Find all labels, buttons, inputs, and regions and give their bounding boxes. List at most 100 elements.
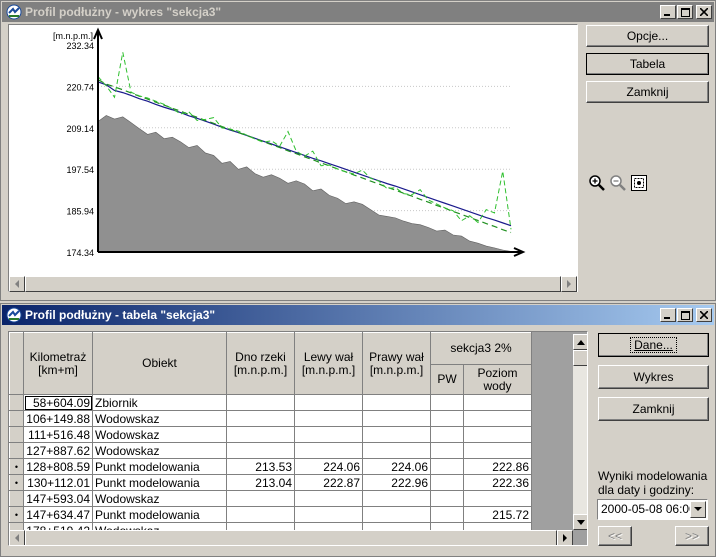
table-row[interactable]: 127+887.62 Wodowskaz (9, 442, 532, 459)
column-header-object[interactable]: Obiekt (92, 332, 227, 395)
cell-water-level[interactable]: 222.36 (463, 474, 532, 491)
cell-object[interactable]: Punkt modelowania (92, 506, 227, 523)
cell-water-level[interactable] (463, 426, 532, 443)
zoom-fit-button[interactable] (629, 173, 649, 193)
chart-horizontal-scrollbar[interactable] (9, 276, 577, 292)
cell-left-bank[interactable] (294, 442, 363, 459)
scroll-left-button[interactable] (9, 530, 25, 545)
cell-object[interactable]: Wodowskaz (92, 426, 227, 443)
cell-water-level[interactable] (463, 490, 532, 507)
maximize-button[interactable] (677, 5, 693, 19)
column-header-left-bank[interactable]: Lewy wał [m.n.p.m.] (294, 332, 363, 395)
close-table-button[interactable]: Zamknij (598, 397, 709, 421)
cell-water-level[interactable]: 215.72 (463, 506, 532, 523)
options-button[interactable]: Opcje... (586, 25, 709, 47)
cell-km[interactable]: 58+604.09 (23, 394, 93, 411)
cell-pw[interactable] (430, 506, 464, 523)
chart-button[interactable]: Wykres (598, 365, 709, 389)
table-row[interactable]: 58+604.09 Zbiornik (9, 394, 532, 411)
cell-bottom[interactable]: 213.53 (226, 458, 295, 475)
chart-window-titlebar[interactable]: Profil podłużny - wykres "sekcja3" (2, 2, 714, 22)
cell-right-bank[interactable] (362, 490, 431, 507)
cell-object[interactable]: Zbiornik (92, 394, 227, 411)
zoom-in-button[interactable] (587, 173, 607, 193)
cell-water-level[interactable]: 222.86 (463, 458, 532, 475)
cell-right-bank[interactable] (362, 410, 431, 427)
cell-object[interactable]: Wodowskaz (92, 410, 227, 427)
cell-object[interactable]: Punkt modelowania (92, 458, 227, 475)
column-header-pw[interactable]: PW (430, 364, 464, 395)
cell-bottom[interactable]: 213.04 (226, 474, 295, 491)
table-scroll-h-thumb[interactable] (25, 530, 557, 545)
table-button[interactable]: Tabela (586, 53, 709, 75)
table-vertical-scrollbar[interactable] (573, 334, 587, 530)
table-row[interactable]: • 147+634.47 Punkt modelowania 215.72 (9, 506, 532, 523)
minimize-button[interactable] (660, 5, 676, 19)
chart-scroll-thumb[interactable] (25, 276, 561, 292)
close-window-button[interactable] (696, 5, 712, 19)
minimize-button[interactable] (660, 308, 676, 322)
cell-pw[interactable] (430, 426, 464, 443)
cell-object[interactable]: Wodowskaz (92, 490, 227, 507)
cell-left-bank[interactable] (294, 426, 363, 443)
table-row[interactable]: 111+516.48 Wodowskaz (9, 426, 532, 443)
cell-km[interactable]: 128+808.59 (23, 458, 93, 475)
cell-right-bank[interactable] (362, 426, 431, 443)
cell-right-bank[interactable] (362, 442, 431, 459)
cell-km[interactable]: 106+149.88 (23, 410, 93, 427)
scroll-down-button[interactable] (573, 514, 587, 530)
cell-km[interactable]: 111+516.48 (23, 426, 93, 443)
data-button[interactable]: Dane... (598, 333, 709, 357)
table-window-titlebar[interactable]: Profil podłużny - tabela "sekcja3" (2, 305, 714, 325)
cell-km[interactable]: 147+634.47 (23, 506, 93, 523)
table-row[interactable]: 147+593.04 Wodowskaz (9, 490, 532, 507)
column-header-km[interactable]: Kilometraż [km+m] (23, 332, 93, 395)
cell-bottom[interactable] (226, 442, 295, 459)
cell-object[interactable]: Wodowskaz (92, 442, 227, 459)
data-grid[interactable]: Kilometraż [km+m] Obiekt Dno rzeki [m.n.p.… (8, 331, 588, 546)
cell-water-level[interactable] (463, 394, 532, 411)
table-row[interactable]: • 130+112.01 Punkt modelowania 213.04 222.87… (9, 474, 532, 491)
scroll-left-button[interactable] (9, 276, 25, 292)
cell-object[interactable]: Punkt modelowania (92, 474, 227, 491)
cell-km[interactable]: 147+593.04 (23, 490, 93, 507)
table-scroll-thumb[interactable] (573, 350, 587, 366)
cell-water-level[interactable] (463, 410, 532, 427)
cell-bottom[interactable] (226, 426, 295, 443)
maximize-button[interactable] (677, 308, 693, 322)
cell-left-bank[interactable]: 222.87 (294, 474, 363, 491)
cell-pw[interactable] (430, 410, 464, 427)
cell-bottom[interactable] (226, 410, 295, 427)
cell-pw[interactable] (430, 442, 464, 459)
column-header-bottom[interactable]: Dno rzeki [m.n.p.m.] (226, 332, 295, 395)
cell-right-bank[interactable] (362, 506, 431, 523)
scroll-right-button[interactable] (557, 530, 573, 545)
cell-water-level[interactable] (463, 442, 532, 459)
cell-left-bank[interactable] (294, 490, 363, 507)
cell-km[interactable]: 127+887.62 (23, 442, 93, 459)
cell-pw[interactable] (430, 490, 464, 507)
previous-button[interactable]: << (598, 526, 632, 546)
cell-pw[interactable] (430, 474, 464, 491)
cell-bottom[interactable] (226, 394, 295, 411)
table-horizontal-scrollbar[interactable] (9, 530, 573, 545)
cell-left-bank[interactable] (294, 394, 363, 411)
close-chart-button[interactable]: Zamknij (586, 81, 709, 103)
cell-left-bank[interactable] (294, 410, 363, 427)
cell-bottom[interactable] (226, 490, 295, 507)
cell-pw[interactable] (430, 458, 464, 475)
next-button[interactable]: >> (675, 526, 709, 546)
zoom-out-button[interactable] (608, 173, 628, 193)
table-row[interactable]: • 128+808.59 Punkt modelowania 213.53 224.06… (9, 458, 532, 475)
close-window-button[interactable] (696, 308, 712, 322)
cell-pw[interactable] (430, 394, 464, 411)
cell-left-bank[interactable] (294, 506, 363, 523)
cell-right-bank[interactable]: 222.96 (362, 474, 431, 491)
cell-right-bank[interactable]: 224.06 (362, 458, 431, 475)
cell-km[interactable]: 130+112.01 (23, 474, 93, 491)
column-header-water-level[interactable]: Poziom wody (463, 364, 532, 395)
table-row[interactable]: 106+149.88 Wodowskaz (9, 410, 532, 427)
cell-right-bank[interactable] (362, 394, 431, 411)
datetime-select[interactable]: 2000-05-08 06:00 (597, 499, 708, 520)
column-header-right-bank[interactable]: Prawy wał [m.n.p.m.] (362, 332, 431, 395)
